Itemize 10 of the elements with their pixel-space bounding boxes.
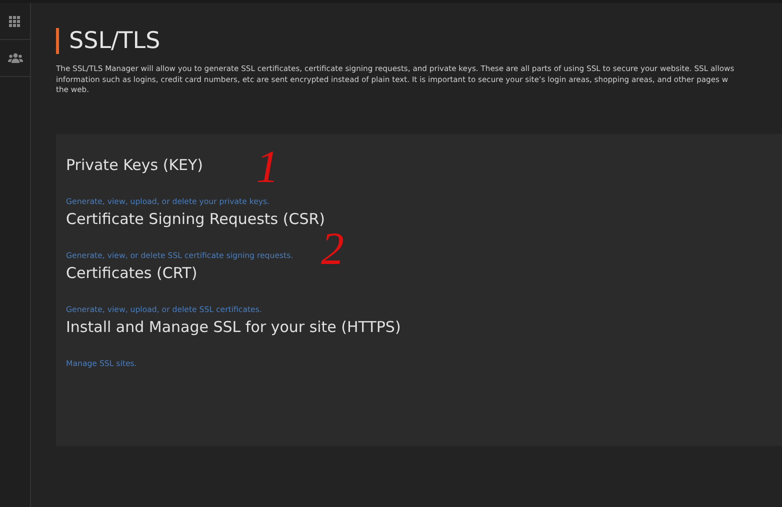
section-heading: Private Keys (KEY): [66, 156, 204, 174]
page-title: SSL/TLS: [69, 28, 160, 54]
handwritten-annotation: 2: [321, 226, 344, 272]
section-heading: Certificate Signing Requests (CSR): [66, 210, 325, 228]
grid-icon: [9, 16, 21, 26]
accent-bar: [56, 28, 59, 54]
section-heading: Certificates (CRT): [66, 264, 198, 282]
users-icon: [8, 53, 22, 63]
section-heading: Install and Manage SSL for your site (HTTPS): [66, 318, 401, 336]
handwritten-annotation: 1: [256, 144, 279, 190]
